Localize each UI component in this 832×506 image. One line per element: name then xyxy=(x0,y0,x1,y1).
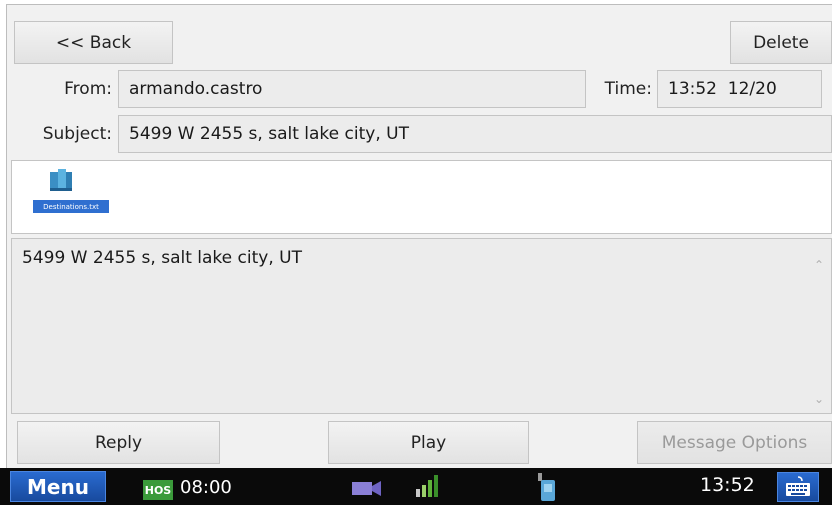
play-button[interactable]: Play xyxy=(328,421,529,464)
from-field: armando.castro xyxy=(118,70,586,108)
subject-field: 5499 W 2455 s, salt lake city, UT xyxy=(118,115,832,153)
clock: 13:52 xyxy=(700,474,755,496)
taskbar: Menu HOS 08:00 13:52 xyxy=(0,468,832,505)
menu-button[interactable]: Menu xyxy=(10,471,106,502)
message-options-button[interactable]: Message Options xyxy=(637,421,832,464)
signal-strength-icon[interactable] xyxy=(414,473,440,503)
reply-button[interactable]: Reply xyxy=(17,421,220,464)
keyboard-button[interactable] xyxy=(777,472,819,502)
attachment-area xyxy=(11,160,832,234)
from-label: From: xyxy=(64,79,112,99)
video-camera-icon[interactable] xyxy=(352,479,382,501)
scroll-up-icon[interactable]: ⌃ xyxy=(811,258,827,272)
hos-badge[interactable]: HOS xyxy=(143,480,173,500)
delete-button[interactable]: Delete xyxy=(730,21,832,64)
phone-device-icon[interactable] xyxy=(536,472,558,506)
attachment-filename[interactable]: Destinations.txt xyxy=(33,200,109,213)
hos-time: 08:00 xyxy=(180,477,232,498)
message-body-text: 5499 W 2455 s, salt lake city, UT xyxy=(22,248,302,268)
document-file-icon[interactable] xyxy=(47,166,75,194)
back-button[interactable]: << Back xyxy=(14,21,173,64)
scroll-down-icon[interactable]: ⌄ xyxy=(811,392,827,406)
time-field: 13:52 12/20 xyxy=(657,70,822,108)
keyboard-icon xyxy=(786,476,810,496)
time-label: Time: xyxy=(604,79,652,99)
subject-label: Subject: xyxy=(42,124,112,144)
